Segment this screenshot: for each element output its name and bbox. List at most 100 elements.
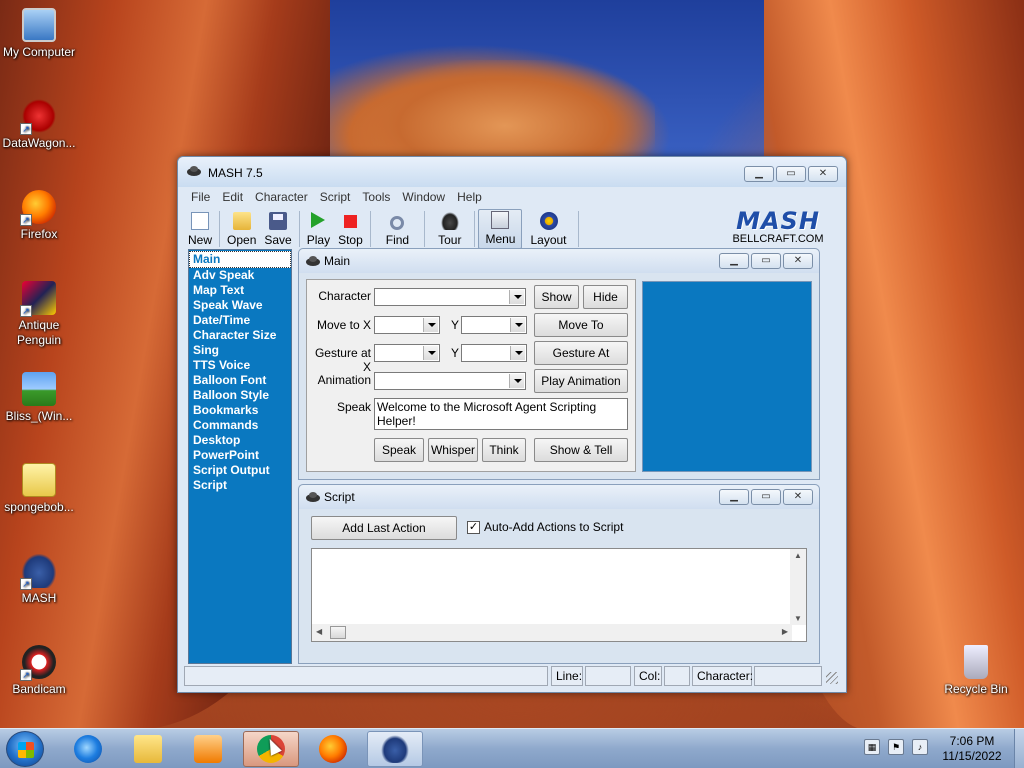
main-maximize-button[interactable]: ▭ — [751, 253, 781, 269]
scroll-down-icon[interactable]: ▼ — [794, 614, 802, 623]
save-button[interactable]: Save — [260, 209, 295, 249]
nav-item-map-text[interactable]: Map Text — [189, 283, 291, 298]
desktop-icon-bandicam[interactable]: ↗ Bandicam — [0, 645, 78, 697]
start-button[interactable] — [6, 731, 44, 767]
nav-item-balloon-style[interactable]: Balloon Style — [189, 388, 291, 403]
script-editor[interactable]: ▲ ▼ ◀ ▶ — [311, 548, 807, 642]
nav-item-sing[interactable]: Sing — [189, 343, 291, 358]
play-animation-button[interactable]: Play Animation — [534, 369, 628, 393]
zip-file-icon — [22, 463, 56, 497]
think-button[interactable]: Think — [482, 438, 526, 462]
resize-grip-icon[interactable] — [826, 672, 838, 684]
scroll-right-icon[interactable]: ▶ — [782, 627, 788, 636]
nav-item-tts-voice[interactable]: TTS Voice — [189, 358, 291, 373]
desktop-icon-mash[interactable]: ↗ MASH — [0, 554, 78, 606]
speak-button[interactable]: Speak — [374, 438, 424, 462]
nav-item-script[interactable]: Script — [189, 478, 291, 493]
internet-explorer-icon — [74, 735, 102, 763]
show-desktop-button[interactable] — [1014, 729, 1024, 768]
taskbar-firefox[interactable] — [305, 731, 361, 767]
script-panel-titlebar[interactable]: Script ▁ ▭ ✕ — [299, 485, 819, 509]
desktop-icon-datawagon[interactable]: ↗ DataWagon... — [0, 99, 78, 151]
desktop-icon-antique-penguin[interactable]: ↗ Antique Penguin — [0, 281, 78, 348]
nav-item-bookmarks[interactable]: Bookmarks — [189, 403, 291, 418]
tour-button[interactable]: Tour — [428, 209, 471, 249]
scroll-up-icon[interactable]: ▲ — [794, 551, 802, 560]
nav-item-balloon-font[interactable]: Balloon Font — [189, 373, 291, 388]
character-preview-area[interactable] — [642, 281, 812, 472]
desktop-icon-label: MASH — [21, 591, 57, 605]
close-button[interactable]: ✕ — [808, 166, 838, 182]
desktop-icon-recycle-bin[interactable]: Recycle Bin — [937, 645, 1015, 697]
nav-item-main[interactable]: Main — [189, 251, 291, 268]
nav-item-script-output[interactable]: Script Output — [189, 463, 291, 478]
minimize-button[interactable]: ▁ — [744, 166, 774, 182]
menu-help[interactable]: Help — [451, 190, 488, 204]
main-panel-titlebar[interactable]: Main ▁ ▭ ✕ — [299, 249, 819, 273]
window-titlebar[interactable]: MASH 7.5 ▁ ▭ ✕ — [178, 157, 846, 187]
stop-button[interactable]: Stop — [334, 209, 367, 249]
nav-item-adv-speak[interactable]: Adv Speak — [189, 268, 291, 283]
desktop-icon-label: My Computer — [2, 45, 76, 59]
open-button[interactable]: Open — [223, 209, 260, 249]
new-button[interactable]: New — [184, 209, 216, 249]
vertical-scrollbar[interactable]: ▲ ▼ — [790, 549, 806, 625]
desktop-icon-my-computer[interactable]: My Computer — [0, 8, 78, 60]
gesture-at-button[interactable]: Gesture At — [534, 341, 628, 365]
character-select[interactable] — [374, 288, 526, 306]
menu-window[interactable]: Window — [396, 190, 451, 204]
add-last-action-button[interactable]: Add Last Action — [311, 516, 457, 540]
nav-item-commands[interactable]: Commands — [189, 418, 291, 433]
menu-edit[interactable]: Edit — [216, 190, 249, 204]
show-button[interactable]: Show — [534, 285, 579, 309]
taskbar-clock[interactable]: 7:06 PM 11/15/2022 — [935, 734, 1009, 764]
desktop-icon-spongebob[interactable]: spongebob... — [0, 463, 78, 515]
menu-script[interactable]: Script — [314, 190, 357, 204]
speak-text-input[interactable]: Welcome to the Microsoft Agent Scripting… — [374, 398, 628, 430]
network-icon[interactable]: ▦ — [864, 739, 880, 755]
taskbar-media-player[interactable] — [180, 731, 236, 767]
layout-button[interactable]: Layout — [522, 209, 574, 249]
menu-button[interactable]: Menu — [478, 209, 523, 249]
script-close-button[interactable]: ✕ — [783, 489, 813, 505]
script-minimize-button[interactable]: ▁ — [719, 489, 749, 505]
nav-item-desktop[interactable]: Desktop — [189, 433, 291, 448]
menu-tools[interactable]: Tools — [356, 190, 396, 204]
nav-item-speak-wave[interactable]: Speak Wave — [189, 298, 291, 313]
main-minimize-button[interactable]: ▁ — [719, 253, 749, 269]
nav-item-character-size[interactable]: Character Size — [189, 328, 291, 343]
desktop-icon-bliss[interactable]: Bliss_(Win... — [0, 372, 78, 424]
menu-file[interactable]: File — [185, 190, 216, 204]
taskbar-mash[interactable] — [367, 731, 423, 767]
action-center-flag-icon[interactable]: ⚑ — [888, 739, 904, 755]
volume-icon[interactable]: ♪ — [912, 739, 928, 755]
feature-list[interactable]: Main Adv Speak Map Text Speak Wave Date/… — [188, 249, 292, 664]
taskbar-file-explorer[interactable] — [120, 731, 176, 767]
nav-item-powerpoint[interactable]: PowerPoint — [189, 448, 291, 463]
move-to-button[interactable]: Move To — [534, 313, 628, 337]
main-close-button[interactable]: ✕ — [783, 253, 813, 269]
move-to-y-select[interactable] — [461, 316, 527, 334]
gesture-at-x-select[interactable] — [374, 344, 440, 362]
taskbar-internet-explorer[interactable] — [60, 731, 116, 767]
desktop-icon-firefox[interactable]: ↗ Firefox — [0, 190, 78, 242]
move-to-x-select[interactable] — [374, 316, 440, 334]
show-and-tell-button[interactable]: Show & Tell — [534, 438, 628, 462]
scroll-left-icon[interactable]: ◀ — [316, 627, 322, 636]
play-button[interactable]: Play — [303, 209, 334, 249]
nav-item-date-time[interactable]: Date/Time — [189, 313, 291, 328]
gesture-at-y-select[interactable] — [461, 344, 527, 362]
menu-character[interactable]: Character — [249, 190, 314, 204]
horizontal-scroll-thumb[interactable] — [330, 626, 346, 639]
find-button[interactable]: Find — [374, 209, 421, 249]
toolbar-separator — [424, 211, 426, 247]
script-maximize-button[interactable]: ▭ — [751, 489, 781, 505]
auto-add-checkbox[interactable]: ✓ — [467, 521, 480, 534]
animation-select[interactable] — [374, 372, 526, 390]
maximize-button[interactable]: ▭ — [776, 166, 806, 182]
whisper-button[interactable]: Whisper — [428, 438, 478, 462]
horizontal-scrollbar[interactable]: ◀ ▶ — [312, 624, 792, 641]
hide-button[interactable]: Hide — [583, 285, 628, 309]
bellcraft-brand[interactable]: MASH BELLCRAFT.COM — [716, 209, 840, 245]
play-button-label: Play — [306, 233, 331, 247]
